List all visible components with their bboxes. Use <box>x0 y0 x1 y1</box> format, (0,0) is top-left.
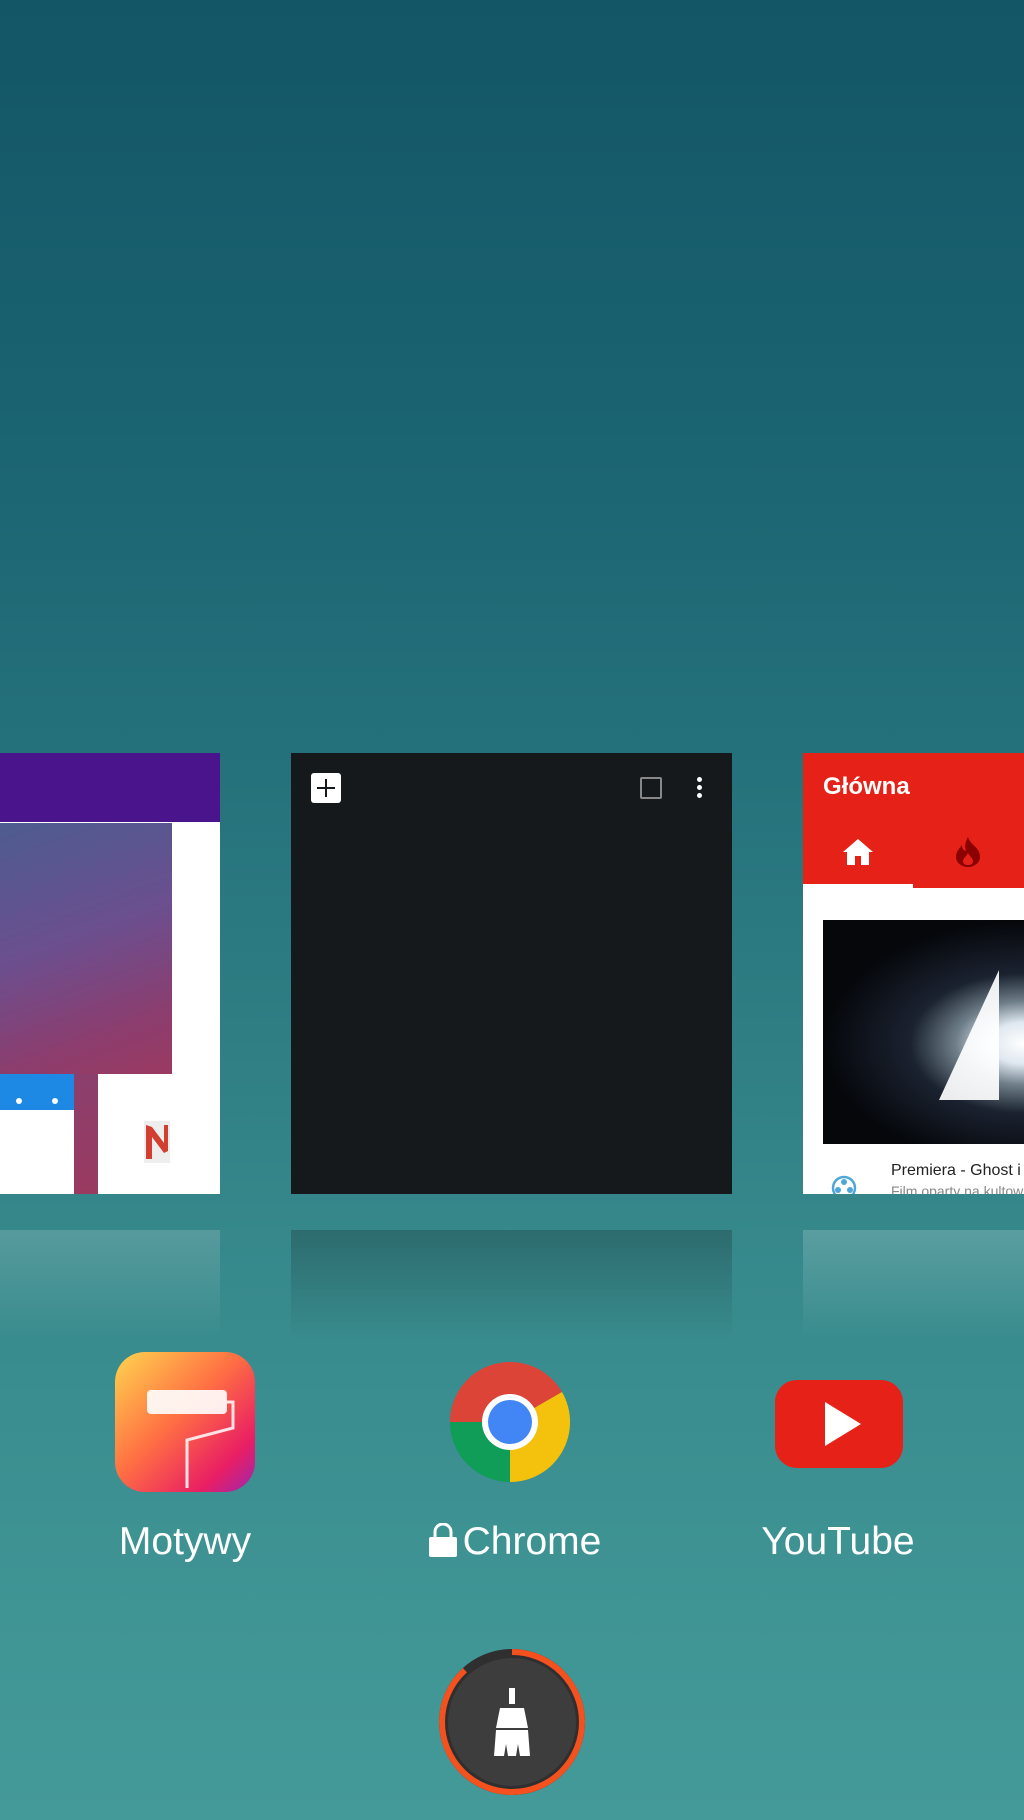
card-reflection <box>803 1230 1024 1340</box>
clean-button[interactable] <box>436 1646 588 1798</box>
youtube-header: Główna <box>803 753 1024 888</box>
gmail-icon <box>144 1121 170 1163</box>
card-reflection <box>0 1230 220 1340</box>
app-label-chrome: Chrome <box>365 1520 665 1564</box>
video-thumbnail[interactable] <box>823 920 1024 1144</box>
chrome-icon[interactable] <box>440 1352 580 1492</box>
app-label-youtube: YouTube <box>761 1520 915 1563</box>
app-label-motywy: Motywy <box>118 1520 252 1563</box>
lock-icon <box>428 1523 457 1557</box>
app-preview-thumbnail <box>0 1074 74 1194</box>
themes-top-bar <box>0 753 220 822</box>
themes-roller-icon[interactable] <box>115 1352 255 1492</box>
recent-card-youtube[interactable]: Główna Premiera - Ghost i Film oparty na… <box>803 753 1024 1194</box>
home-icon[interactable] <box>843 839 873 865</box>
overflow-menu-icon[interactable] <box>697 777 703 801</box>
tab-underline <box>803 884 913 888</box>
gmail-preview-thumbnail <box>98 1074 172 1194</box>
recent-card-motywy[interactable] <box>0 753 220 1194</box>
video-title: Premiera - Ghost i <box>891 1162 1021 1179</box>
new-tab-icon[interactable] <box>311 773 341 803</box>
video-subtitle: Film oparty na kultow <box>891 1183 1024 1194</box>
wallpaper-preview <box>0 823 172 1074</box>
tab-switcher-icon[interactable] <box>640 777 662 799</box>
youtube-header-title: Główna <box>823 773 910 800</box>
card-reflection <box>291 1230 732 1340</box>
recent-card-chrome[interactable] <box>291 753 732 1194</box>
film-reel-icon <box>831 1175 857 1194</box>
trending-fire-icon[interactable] <box>954 837 982 867</box>
youtube-icon[interactable] <box>769 1352 909 1492</box>
